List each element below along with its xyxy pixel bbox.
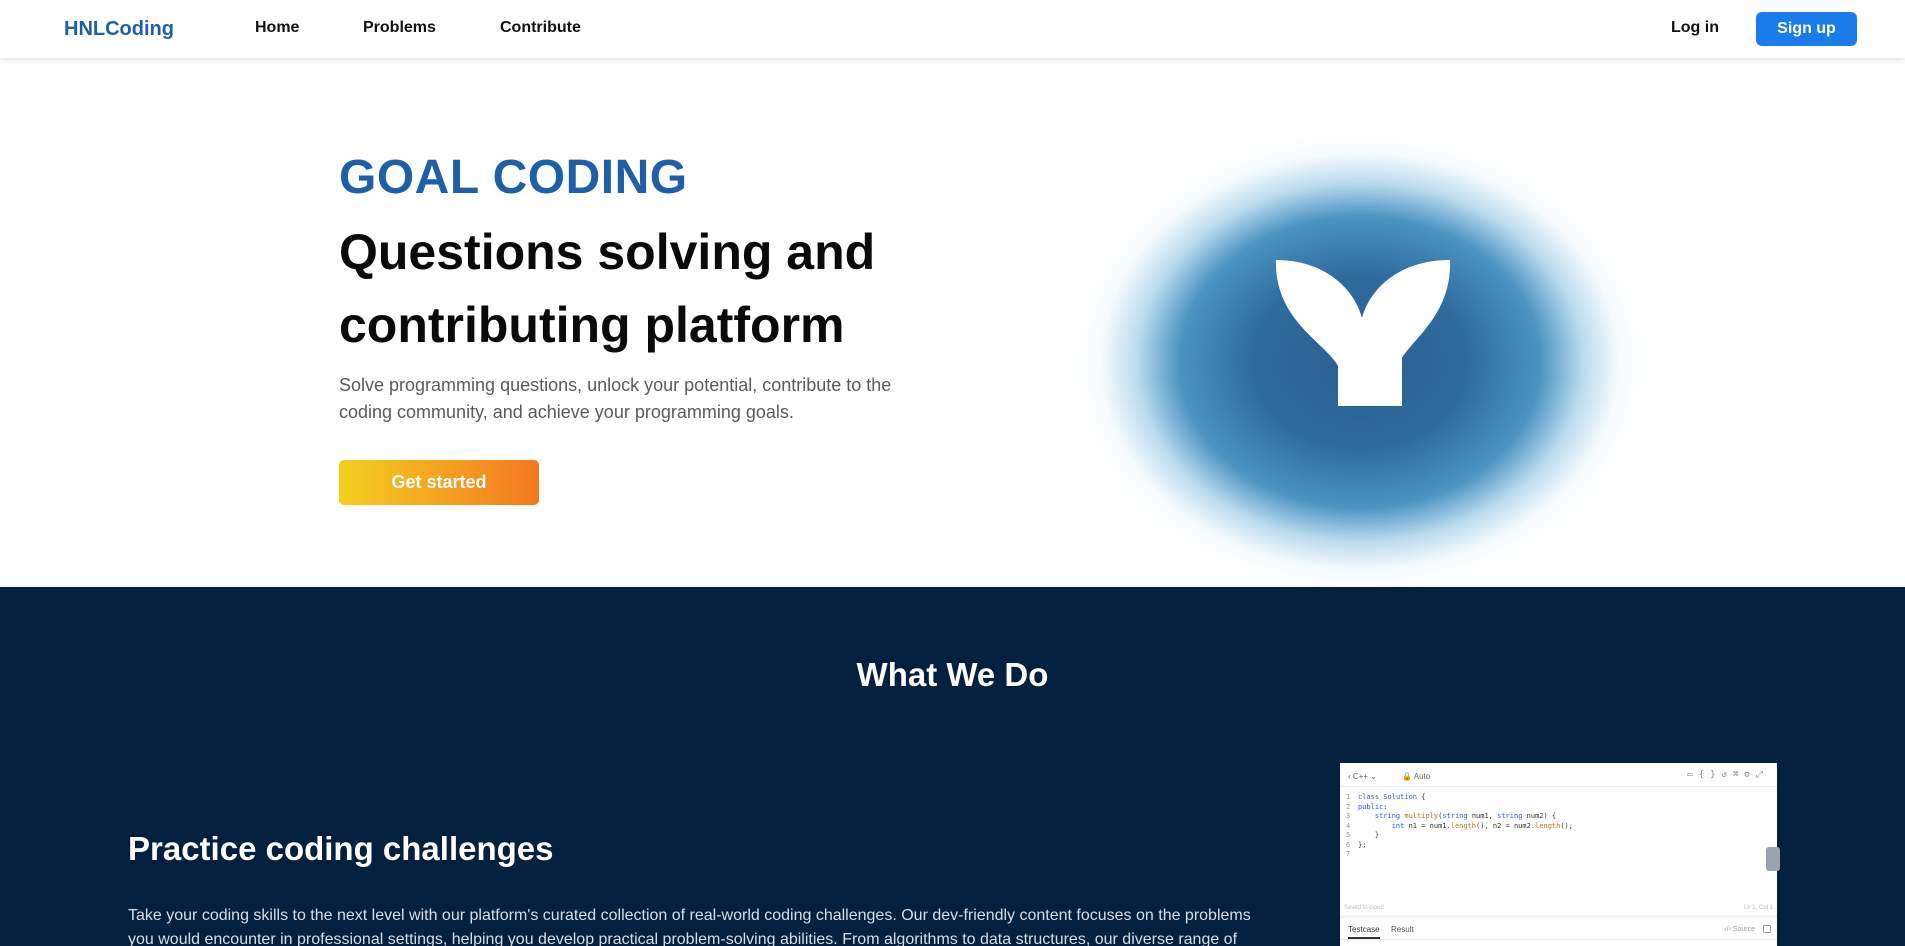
hero-subtext: Solve programming questions, unlock your… [339, 375, 892, 422]
editor-toolbar: ‹ C++ ⌄ 🔒 Auto ▭{}↺⌘⚙⤢ [1340, 763, 1777, 787]
code-editor-preview: ‹ C++ ⌄ 🔒 Auto ▭{}↺⌘⚙⤢ 1 2 3 4 5 6 7 cla… [1340, 763, 1777, 946]
hero-section: GOAL CODING Questions solving and contri… [0, 58, 1905, 587]
login-link[interactable]: Log in [1671, 19, 1719, 37]
auto-mode: 🔒 Auto [1402, 772, 1431, 781]
signup-button[interactable]: Sign up [1756, 12, 1857, 46]
practice-description: Take your coding skills to the next leve… [128, 907, 1251, 946]
code-content: class Solution { public: string multiply… [1358, 793, 1573, 849]
editor-status-cursor: Ln 1, Col 1 [1743, 905, 1773, 911]
what-we-do-section: What We Do Practice coding challenges Ta… [0, 587, 1905, 946]
top-navbar: HNLCoding Home Problems Contribute Log i… [0, 0, 1905, 58]
get-started-button[interactable]: Get started [339, 460, 539, 505]
language-select: ‹ C++ ⌄ [1348, 772, 1377, 781]
brand-logo[interactable]: HNLCoding [64, 18, 174, 41]
whale-tail-logo-icon [1275, 260, 1451, 406]
editor-tabs: Testcase Result ‹/› Source [1340, 918, 1777, 940]
line-numbers: 1 2 3 4 5 6 7 [1346, 793, 1351, 858]
editor-status-saved: Saved to cloud [1344, 905, 1384, 911]
nav-contribute[interactable]: Contribute [500, 19, 581, 37]
hero-headline: Questions solving and contributing platf… [339, 224, 876, 353]
nav-problems[interactable]: Problems [363, 19, 436, 37]
tab-testcase: Testcase [1348, 925, 1380, 939]
hero-eyebrow: GOAL CODING [339, 151, 688, 204]
source-link: ‹/› Source [1724, 926, 1755, 933]
tab-result: Result [1391, 925, 1414, 934]
save-icon [1763, 925, 1771, 933]
nav-home[interactable]: Home [255, 19, 299, 37]
practice-title: Practice coding challenges [128, 830, 554, 867]
editor-toolbar-icons: ▭{}↺⌘⚙⤢ [1687, 770, 1769, 780]
section-title: What We Do [856, 656, 1049, 693]
editor-side-handle [1766, 847, 1780, 871]
